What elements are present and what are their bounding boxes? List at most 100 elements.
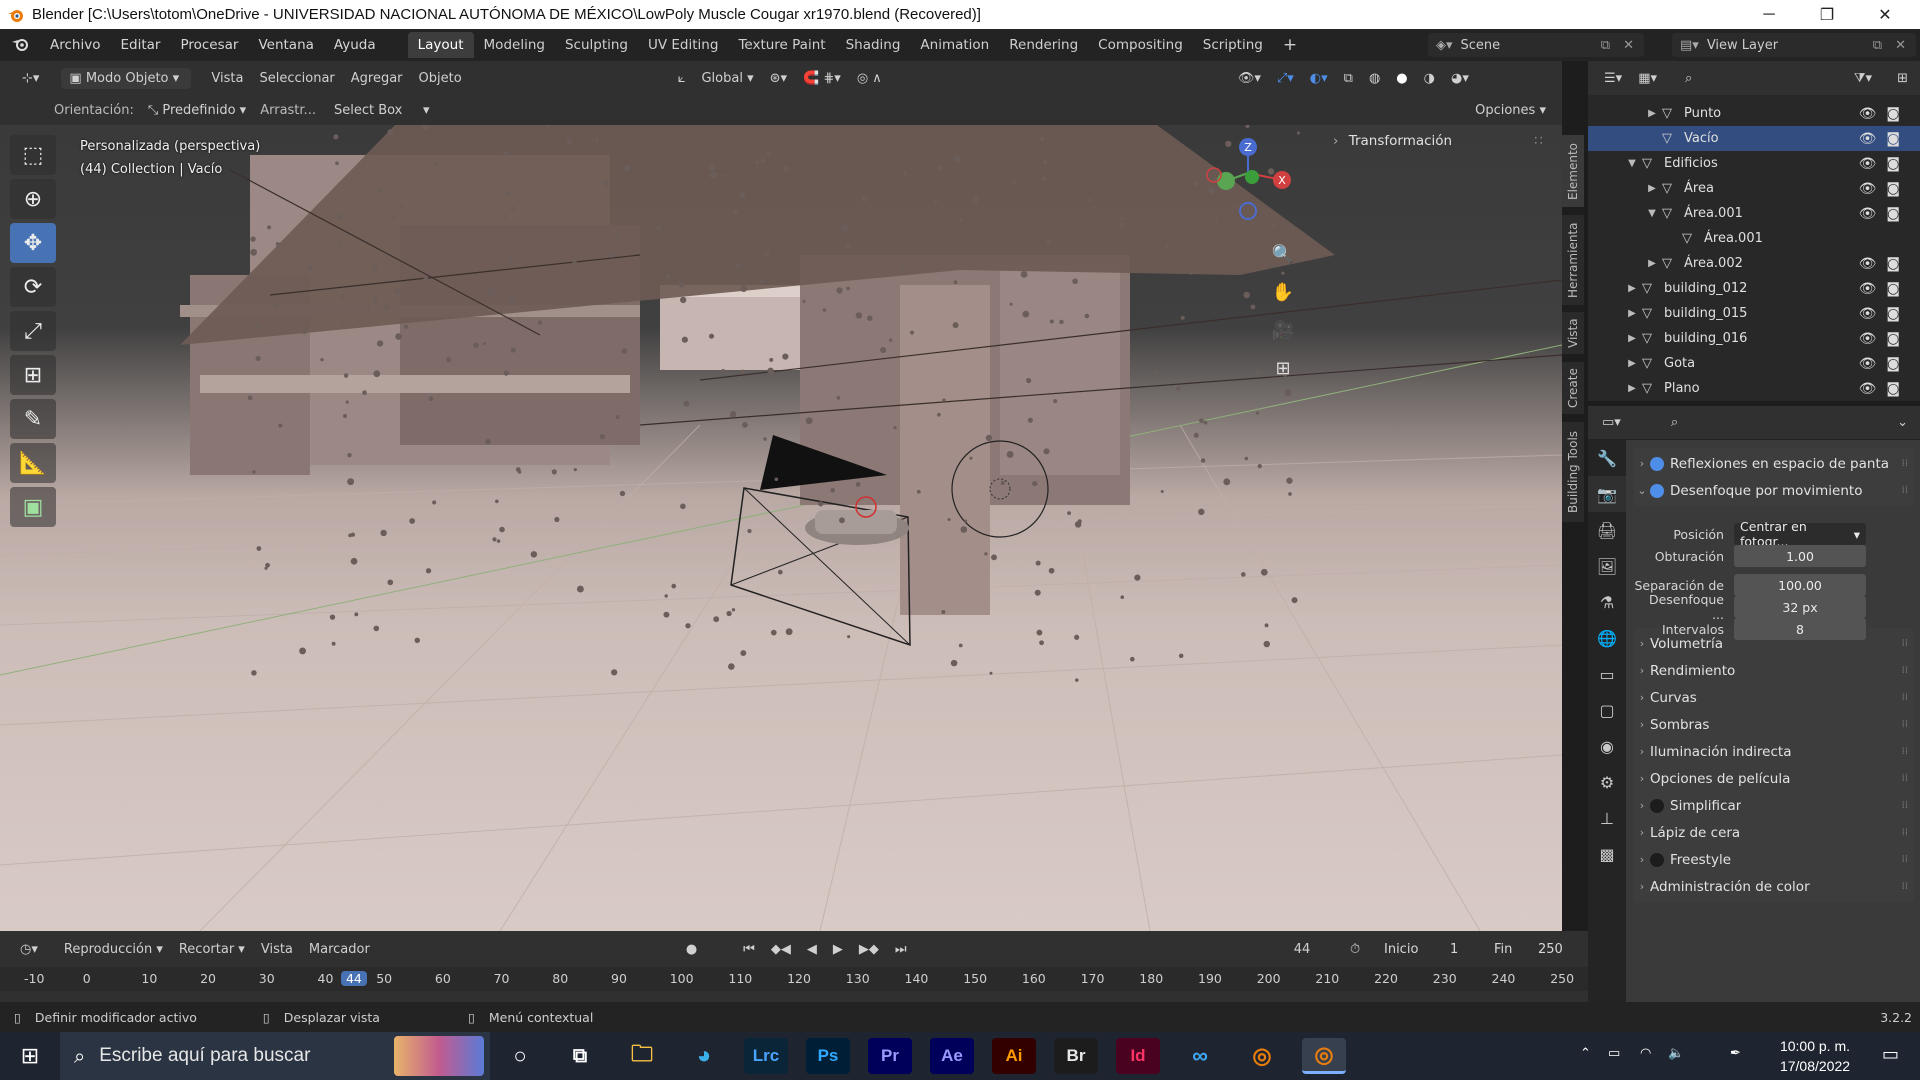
playhead-frame-indicator[interactable]: 44 — [340, 971, 367, 986]
delete-view-layer-icon[interactable]: ✕ — [1895, 38, 1906, 53]
drag-grip-icon[interactable]: ⁞⁞ — [1902, 827, 1908, 838]
visibility-eye-icon[interactable]: 👁◙ — [1859, 331, 1910, 347]
tab-shading[interactable]: Shading — [836, 32, 911, 58]
windows-start-icon[interactable]: ⊞ — [10, 1042, 50, 1070]
shading-solid-icon[interactable]: ● — [1388, 68, 1415, 89]
outliner-row[interactable]: ▶ ▽ building_012 👁◙ — [1588, 276, 1920, 301]
menu-agregar[interactable]: Agregar — [343, 68, 411, 89]
taskbar-search-box[interactable]: ⌕ Escribe aquí para buscar — [60, 1032, 490, 1080]
outliner-row[interactable]: ▶ ▽ Punto 👁◙ — [1588, 101, 1920, 126]
blender-taskbar-icon[interactable]: ◎ — [1240, 1038, 1284, 1074]
notifications-icon[interactable]: ▭ — [1882, 1044, 1899, 1065]
menu-editar[interactable]: Editar — [110, 37, 170, 53]
tab-layout[interactable]: Layout — [407, 32, 474, 58]
visibility-icon[interactable]: 👁▾ — [1230, 68, 1269, 89]
navigation-gizmo[interactable]: Z X — [1200, 135, 1310, 225]
section-enable-toggle[interactable] — [1650, 483, 1664, 498]
visibility-eye-icon[interactable]: 👁◙ — [1859, 256, 1910, 272]
proportional-edit-icon[interactable]: ◎ ∧ — [849, 68, 890, 89]
editor-type-icon[interactable]: ⊹▾ — [14, 68, 47, 89]
max-blur-field[interactable]: 32 px — [1734, 596, 1866, 618]
menu-recortar[interactable]: Recortar ▾ — [171, 939, 253, 960]
delete-scene-icon[interactable]: ✕ — [1623, 38, 1634, 53]
properties-editor-type-icon[interactable]: ▭▾ — [1594, 412, 1629, 433]
physics-tab-icon[interactable]: ◉ — [1588, 728, 1626, 764]
tab-modeling[interactable]: Modeling — [474, 32, 555, 58]
task-view-icon[interactable]: ⧉ — [558, 1038, 602, 1074]
section-enable-toggle[interactable] — [1650, 852, 1664, 867]
expand-closed-icon[interactable]: ▶ — [1626, 308, 1638, 319]
tab-scripting[interactable]: Scripting — [1193, 32, 1273, 58]
xray-toggle-icon[interactable]: ⧉ — [1336, 68, 1361, 89]
visibility-eye-icon[interactable]: 👁◙ — [1859, 356, 1910, 372]
drag-grip-icon[interactable]: ⁞⁞ — [1902, 719, 1908, 730]
properties-collapse-icon[interactable]: ⌄ — [1889, 412, 1916, 433]
taskbar-app-br[interactable]: Br — [1054, 1038, 1098, 1074]
menu-ventana[interactable]: Ventana — [248, 37, 323, 53]
shutter-field[interactable]: 1.00 — [1734, 545, 1866, 567]
menu-archivo[interactable]: Archivo — [40, 37, 110, 53]
tab-uv-editing[interactable]: UV Editing — [638, 32, 728, 58]
taskbar-app-ps[interactable]: Ps — [806, 1038, 850, 1074]
drag-grip-icon[interactable]: ⁞⁞ — [1902, 485, 1908, 496]
expand-closed-icon[interactable]: ▶ — [1626, 333, 1638, 344]
display-mode-icon[interactable]: ▦▾ — [1630, 68, 1665, 89]
new-collection-icon[interactable]: ⊞ — [1889, 68, 1916, 89]
pan-hand-icon[interactable]: ✋ — [1266, 275, 1300, 309]
tab-rendering[interactable]: Rendering — [999, 32, 1088, 58]
pivot-point-icon[interactable]: ⊛▾ — [762, 68, 795, 89]
visibility-eye-icon[interactable]: 👁◙ — [1859, 281, 1910, 297]
perspective-grid-icon[interactable]: ⊞ — [1266, 351, 1300, 385]
cursor-tool-icon[interactable]: ⊕ — [10, 179, 56, 219]
drag-grip-icon[interactable]: ⁞⁞ — [1902, 773, 1908, 784]
jump-end-icon[interactable]: ⏭ — [887, 939, 915, 960]
wifi-icon[interactable]: ◠ — [1640, 1046, 1651, 1061]
move-tool-icon[interactable]: ✥ — [10, 223, 56, 263]
outliner-row[interactable]: ▼ ▽ Edificios 👁◙ — [1588, 151, 1920, 176]
end-frame-field[interactable]: 250 — [1538, 942, 1563, 957]
transform-tool-icon[interactable]: ⊞ — [10, 355, 56, 395]
view-layer-selector[interactable]: ▤▾ View Layer ⧉ ✕ — [1672, 33, 1916, 57]
transform-panel-header[interactable]: › Transformación ∷ — [1333, 133, 1543, 155]
background-separation-field[interactable]: 100.00 — [1734, 574, 1866, 596]
outliner-row[interactable]: ▶ ▽ Gota 👁◙ — [1588, 351, 1920, 376]
visibility-eye-icon[interactable]: 👁◙ — [1859, 156, 1910, 172]
sidebar-tab-elemento[interactable]: Elemento — [1562, 135, 1584, 207]
steps-field[interactable]: 8 — [1734, 618, 1866, 640]
visibility-eye-icon[interactable]: 👁◙ — [1859, 381, 1910, 397]
outliner-row[interactable]: ▼ ▽ Área.001 👁◙ — [1588, 201, 1920, 226]
options-dropdown[interactable]: Opciones ▾ — [1467, 100, 1554, 121]
visibility-eye-icon[interactable]: 👁◙ — [1859, 206, 1910, 222]
expand-closed-icon[interactable]: ▶ — [1626, 358, 1638, 369]
taskbar-app-pr[interactable]: Pr — [868, 1038, 912, 1074]
shading-material-icon[interactable]: ◑ — [1416, 68, 1443, 89]
taskbar-app-ae[interactable]: Ae — [930, 1038, 974, 1074]
expand-open-icon[interactable]: ▼ — [1626, 158, 1638, 169]
outliner-row[interactable]: ▶ ▽ Plano 👁◙ — [1588, 376, 1920, 401]
record-icon[interactable]: ● — [678, 939, 705, 960]
menu-vista-timeline[interactable]: Vista — [253, 939, 301, 960]
timeline-editor-type-icon[interactable]: ◷▾ — [12, 939, 46, 960]
drag-grip-icon[interactable]: ⁞⁞ — [1902, 746, 1908, 757]
play-icon[interactable]: ▶ — [825, 939, 851, 960]
property-section-header[interactable]: ⌄ Desenfoque por movimiento ⁞⁞ — [1634, 475, 1914, 506]
sidebar-tab-building-tools[interactable]: Building Tools — [1562, 422, 1584, 522]
edge-browser-icon[interactable]: ◕ — [682, 1038, 726, 1074]
tray-chevron-icon[interactable]: ⌃ — [1580, 1046, 1591, 1061]
menu-procesar[interactable]: Procesar — [170, 37, 248, 53]
constraints-tab-icon[interactable]: ⚙ — [1588, 764, 1626, 800]
add-workspace-button[interactable]: + — [1273, 30, 1307, 60]
scene-selector[interactable]: ◈▾ Scene ⧉ ✕ — [1428, 33, 1644, 57]
select-box-tool-icon[interactable]: ⬚ — [10, 135, 56, 175]
mode-selector[interactable]: ▣ Modo Objeto ▾ — [61, 67, 192, 89]
outliner-row[interactable]: ▶ ▽ Área.002 👁◙ — [1588, 251, 1920, 276]
outliner-row[interactable]: ▶ ▽ Área 👁◙ — [1588, 176, 1920, 201]
menu-marcador[interactable]: Marcador — [301, 939, 378, 960]
jump-start-icon[interactable]: ⏮ — [735, 939, 763, 960]
annotate-tool-icon[interactable]: ✎ — [10, 399, 56, 439]
volume-icon[interactable]: 🔈 — [1668, 1046, 1684, 1061]
visibility-eye-icon[interactable]: 👁◙ — [1859, 181, 1910, 197]
taskbar-app-ai[interactable]: Ai — [992, 1038, 1036, 1074]
scene-tab-icon[interactable]: ⚗ — [1588, 584, 1626, 620]
minimize-button[interactable]: ─ — [1740, 0, 1798, 29]
